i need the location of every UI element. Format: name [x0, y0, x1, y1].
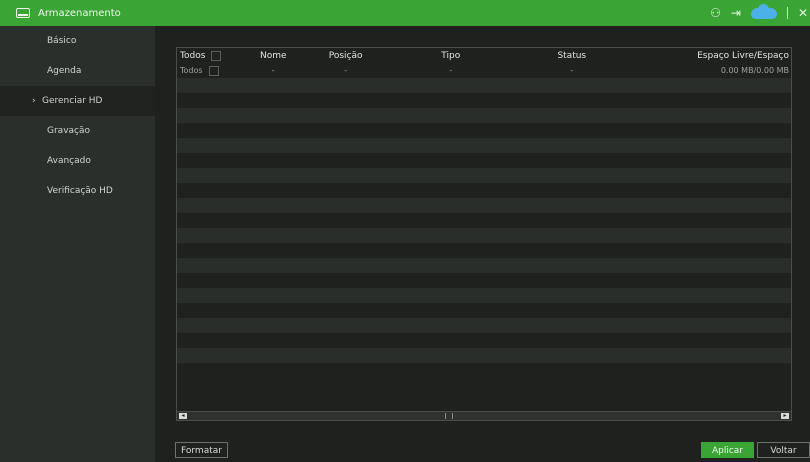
- sidebar-item-label: Agenda: [47, 66, 82, 76]
- title-divider: [786, 7, 788, 19]
- scroll-right-icon[interactable]: ▸: [781, 413, 789, 419]
- main-panel: Todos Nome Posição Tipo Status Espaço Li…: [155, 26, 810, 462]
- table-row: [177, 168, 791, 183]
- table-row: [177, 138, 791, 153]
- table-header: Todos Nome Posição Tipo Status Espaço Li…: [177, 48, 791, 63]
- table-row: [177, 123, 791, 138]
- horizontal-scrollbar[interactable]: ◂ ▸: [177, 411, 791, 420]
- header-status: Status: [557, 50, 587, 61]
- title-actions: ⚇ ⇥ ✕: [710, 0, 810, 26]
- sidebar-item-label: Básico: [47, 36, 77, 46]
- sidebar-item-label: Verificação HD: [47, 186, 113, 196]
- table-row: [177, 258, 791, 273]
- table-row: [177, 288, 791, 303]
- table-row: [177, 333, 791, 348]
- sidebar-item-label: Gerenciar HD: [42, 96, 103, 106]
- table-row: [177, 213, 791, 228]
- scroll-thumb[interactable]: [445, 413, 453, 419]
- cloud-icon[interactable]: [750, 3, 777, 19]
- empty-rows: [177, 78, 791, 378]
- sidebar: Básico Agenda › Gerenciar HD Gravação Av…: [0, 26, 155, 462]
- sidebar-item-gerenciar-hd[interactable]: › Gerenciar HD: [0, 86, 155, 116]
- header-tipo: Tipo: [441, 50, 461, 61]
- user-settings-icon[interactable]: ⚇: [710, 0, 721, 26]
- header-todos: Todos: [177, 50, 240, 61]
- format-button[interactable]: Formatar: [175, 442, 228, 458]
- row-nome: -: [271, 66, 275, 75]
- table-row: [177, 228, 791, 243]
- header-espaco: Espaço Livre/Espaço: [697, 50, 790, 61]
- table-row: [177, 183, 791, 198]
- table-row: [177, 78, 791, 93]
- scroll-left-icon[interactable]: ◂: [179, 413, 187, 419]
- row-todos: Todos: [177, 65, 240, 76]
- apply-button[interactable]: Aplicar: [701, 442, 754, 458]
- sidebar-item-avancado[interactable]: Avançado: [0, 146, 155, 176]
- sidebar-item-label: Avançado: [47, 156, 91, 166]
- table-row: [177, 318, 791, 333]
- row-checkbox[interactable]: [208, 65, 219, 76]
- table-row[interactable]: Todos - - - - 0.00 MB/0.00 MB: [177, 63, 791, 78]
- table-row: [177, 303, 791, 318]
- table-row: [177, 243, 791, 258]
- row-status: -: [570, 66, 574, 75]
- sidebar-item-label: Gravação: [47, 126, 91, 136]
- sidebar-item-gravacao[interactable]: Gravação: [0, 116, 155, 146]
- sidebar-item-basico[interactable]: Básico: [0, 26, 155, 56]
- table-row: [177, 273, 791, 288]
- table-row: [177, 363, 791, 378]
- row-espaco: 0.00 MB/0.00 MB: [720, 66, 790, 75]
- table-row: [177, 198, 791, 213]
- window-title: Armazenamento: [38, 7, 121, 19]
- table-row: [177, 93, 791, 108]
- hd-table: Todos Nome Posição Tipo Status Espaço Li…: [176, 47, 792, 421]
- header-posicao: Posição: [328, 50, 363, 61]
- close-icon[interactable]: ✕: [798, 0, 808, 26]
- sidebar-item-verificacao-hd[interactable]: Verificação HD: [0, 176, 155, 206]
- select-all-checkbox[interactable]: [211, 50, 222, 61]
- row-tipo: -: [449, 66, 453, 75]
- row-todos-label: Todos: [180, 66, 203, 75]
- sidebar-item-agenda[interactable]: Agenda: [0, 56, 155, 86]
- row-posicao: -: [344, 66, 348, 75]
- back-button[interactable]: Voltar: [757, 442, 810, 458]
- header-nome: Nome: [259, 50, 287, 61]
- table-row: [177, 153, 791, 168]
- table-row: [177, 108, 791, 123]
- title-bar: Armazenamento ⚇ ⇥ ✕: [0, 0, 810, 26]
- chevron-right-icon: ›: [32, 96, 36, 106]
- header-todos-label: Todos: [180, 50, 206, 61]
- storage-icon: [16, 8, 30, 18]
- logout-icon[interactable]: ⇥: [731, 0, 741, 26]
- table-row: [177, 348, 791, 363]
